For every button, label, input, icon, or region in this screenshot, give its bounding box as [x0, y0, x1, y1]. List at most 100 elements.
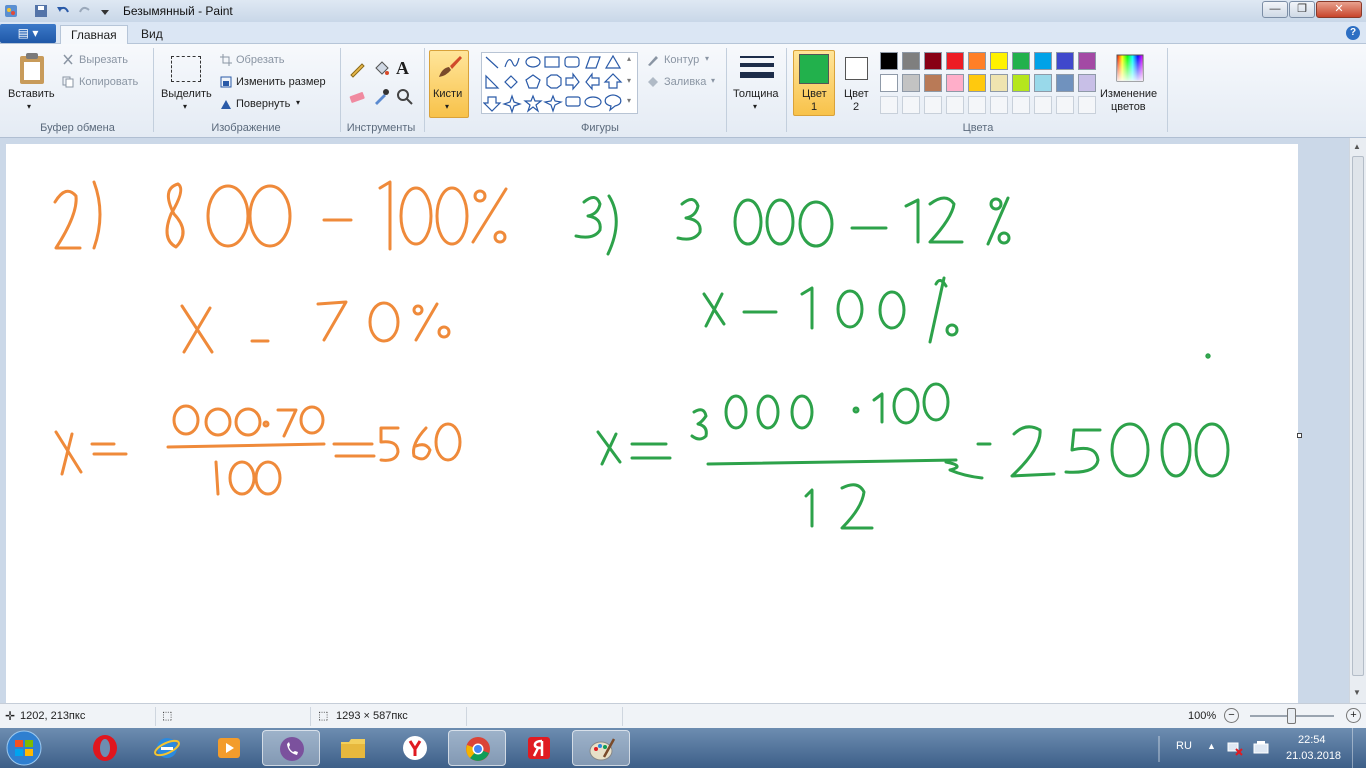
taskbar-opera[interactable]: [76, 730, 134, 766]
scroll-down-icon[interactable]: ▼: [1353, 688, 1361, 697]
palette-swatch[interactable]: [946, 74, 964, 92]
palette-empty-slot[interactable]: [924, 96, 942, 114]
undo-icon[interactable]: [55, 3, 71, 19]
show-desktop-button[interactable]: [1352, 728, 1366, 768]
taskbar-viber[interactable]: [262, 730, 320, 766]
taskbar-yandex[interactable]: [510, 730, 568, 766]
fill-dropdown-icon[interactable]: ▾: [711, 76, 715, 85]
palette-swatch[interactable]: [946, 52, 964, 70]
palette-swatch[interactable]: [990, 52, 1008, 70]
zoom-in-button[interactable]: +: [1346, 708, 1361, 723]
palette-swatch[interactable]: [1034, 52, 1052, 70]
palette-empty-slot[interactable]: [990, 96, 1008, 114]
scroll-up-icon[interactable]: ▲: [1353, 142, 1361, 151]
color2-swatch[interactable]: [845, 57, 868, 80]
taskbar-chrome[interactable]: [448, 730, 506, 766]
drawing-canvas[interactable]: [6, 144, 1298, 703]
help-icon[interactable]: ?: [1346, 26, 1360, 40]
palette-swatch[interactable]: [1078, 74, 1096, 92]
rotate-button[interactable]: Повернуть: [236, 98, 290, 110]
taskbar-yandex-browser[interactable]: [386, 730, 444, 766]
save-icon[interactable]: [33, 3, 49, 19]
palette-empty-slot[interactable]: [880, 96, 898, 114]
tab-view[interactable]: Вид: [131, 25, 173, 44]
palette-swatch[interactable]: [880, 74, 898, 92]
language-indicator[interactable]: RU: [1176, 740, 1192, 752]
palette-swatch[interactable]: [1034, 74, 1052, 92]
show-hidden-icons[interactable]: ▲: [1207, 741, 1216, 751]
paste-button[interactable]: Вставить: [8, 88, 55, 100]
copy-button[interactable]: Копировать: [79, 76, 138, 88]
clock-date[interactable]: 21.03.2018: [1286, 750, 1341, 762]
action-center-icon[interactable]: [1253, 740, 1269, 756]
palette-swatch[interactable]: [1056, 52, 1074, 70]
canvas-resize-handle[interactable]: [1297, 433, 1302, 438]
cut-button[interactable]: Вырезать: [79, 54, 128, 66]
zoom-slider-thumb[interactable]: [1287, 708, 1296, 724]
redo-icon[interactable]: [77, 3, 93, 19]
palette-swatch[interactable]: [968, 52, 986, 70]
zoom-out-button[interactable]: −: [1224, 708, 1239, 723]
taskbar-paint[interactable]: [572, 730, 630, 766]
app-menu-button[interactable]: ▤ ▾: [0, 24, 56, 43]
palette-empty-slot[interactable]: [1012, 96, 1030, 114]
start-button-icon[interactable]: [4, 730, 44, 766]
shapes-scroll-up-icon[interactable]: ▴: [627, 54, 631, 63]
outline-dropdown-icon[interactable]: ▾: [705, 54, 709, 63]
palette-swatch[interactable]: [1078, 52, 1096, 70]
palette-empty-slot[interactable]: [946, 96, 964, 114]
outline-button[interactable]: Контур: [664, 54, 699, 66]
size-dropdown-icon[interactable]: ▾: [753, 102, 757, 111]
palette-empty-slot[interactable]: [1078, 96, 1096, 114]
palette-swatch[interactable]: [924, 52, 942, 70]
network-icon[interactable]: [1227, 740, 1243, 756]
edit-colors-button[interactable]: Изменение: [1100, 88, 1157, 100]
pencil-icon[interactable]: [348, 60, 366, 78]
select-dropdown-icon[interactable]: ▾: [183, 102, 187, 111]
paste-dropdown-icon[interactable]: ▾: [27, 102, 31, 111]
edit-colors-icon[interactable]: [1116, 54, 1144, 82]
palette-swatch[interactable]: [902, 52, 920, 70]
crop-button[interactable]: Обрезать: [236, 54, 285, 66]
palette-swatch[interactable]: [1012, 52, 1030, 70]
paste-icon[interactable]: [17, 52, 47, 86]
rotate-dropdown-icon[interactable]: ▾: [296, 98, 300, 107]
shapes-expand-icon[interactable]: ▾: [627, 96, 631, 105]
shapes-gallery-icons[interactable]: [483, 54, 625, 114]
eraser-icon[interactable]: [348, 88, 366, 106]
taskbar-explorer[interactable]: [324, 730, 382, 766]
select-icon[interactable]: [171, 56, 201, 82]
minimize-button[interactable]: —: [1262, 1, 1288, 18]
shapes-scroll-down-icon[interactable]: ▾: [627, 76, 631, 85]
color-picker-icon[interactable]: [372, 88, 390, 106]
palette-empty-slot[interactable]: [1056, 96, 1074, 114]
palette-swatch[interactable]: [880, 52, 898, 70]
palette-swatch[interactable]: [924, 74, 942, 92]
tab-home[interactable]: Главная: [60, 25, 128, 44]
customize-qat-icon[interactable]: [97, 3, 113, 19]
palette-swatch[interactable]: [990, 74, 1008, 92]
palette-swatch[interactable]: [1012, 74, 1030, 92]
close-button[interactable]: ✕: [1316, 1, 1362, 18]
vertical-scrollbar[interactable]: ▲ ▼: [1349, 138, 1366, 703]
palette-empty-slot[interactable]: [968, 96, 986, 114]
color2-label[interactable]: Цвет: [844, 88, 869, 100]
taskbar-media-player[interactable]: [200, 730, 258, 766]
select-button[interactable]: Выделить: [161, 88, 212, 100]
text-tool-icon[interactable]: A: [396, 58, 409, 79]
fill-bucket-icon[interactable]: [372, 60, 390, 78]
palette-empty-slot[interactable]: [902, 96, 920, 114]
palette-swatch[interactable]: [902, 74, 920, 92]
magnifier-icon[interactable]: [396, 88, 414, 106]
maximize-button[interactable]: ❐: [1289, 1, 1315, 18]
taskbar-internet-explorer[interactable]: [138, 730, 196, 766]
size-button[interactable]: Толщина: [733, 88, 779, 100]
clock-time[interactable]: 22:54: [1298, 734, 1326, 746]
fill-button[interactable]: Заливка: [664, 76, 706, 88]
size-icon[interactable]: [740, 54, 774, 84]
resize-button[interactable]: Изменить размер: [236, 76, 326, 88]
palette-empty-slot[interactable]: [1034, 96, 1052, 114]
scrollbar-thumb[interactable]: [1352, 156, 1364, 676]
brushes-dropdown-icon[interactable]: ▾: [445, 102, 449, 111]
palette-swatch[interactable]: [1056, 74, 1074, 92]
